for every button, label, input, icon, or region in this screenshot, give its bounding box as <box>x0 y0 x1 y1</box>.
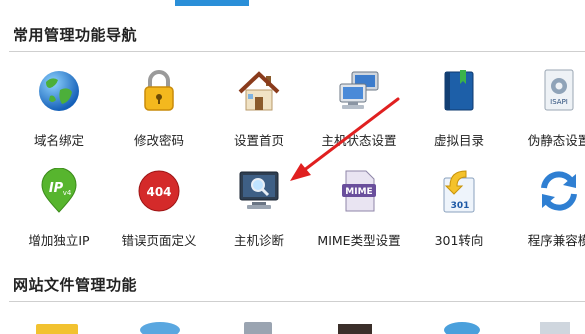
document-icon <box>540 322 570 334</box>
network-computers-icon <box>339 71 379 109</box>
error-404-icon: 404 <box>138 170 180 212</box>
partial-icon-row <box>36 322 570 334</box>
item-error-pages[interactable]: 404 错误页面定义 <box>111 168 207 248</box>
item-label: 设置首页 <box>233 133 284 148</box>
globe-icon <box>39 71 79 111</box>
refresh-arrows-icon <box>541 171 577 211</box>
mime-icon: MIME <box>342 170 376 212</box>
monitor-magnifier-icon <box>239 171 279 209</box>
item-label: 程序兼容模 <box>527 233 585 248</box>
item-domain-binding[interactable]: 域名绑定 <box>11 68 107 148</box>
item-label: 伪静态设置 <box>527 133 585 148</box>
item-mime-settings[interactable]: MIME MIME类型设置 <box>311 168 407 248</box>
section-title-common: 常用管理功能导航 <box>13 26 138 44</box>
isapi-icon: ISAPI <box>544 69 574 111</box>
item-add-ip[interactable]: IP v4 增加独立IP <box>11 168 107 248</box>
item-virtual-directory[interactable]: 虚拟目录 <box>411 68 507 148</box>
item-host-status[interactable]: 主机状态设置 <box>311 68 407 148</box>
item-host-diagnosis[interactable]: 主机诊断 <box>211 168 307 248</box>
printer-icon <box>244 322 272 334</box>
folder-icon <box>36 324 78 334</box>
archive-icon <box>338 324 372 334</box>
item-label: 域名绑定 <box>33 133 84 148</box>
item-set-homepage[interactable]: 设置首页 <box>211 68 307 148</box>
err404-text: 404 <box>146 185 171 199</box>
isapi-text: ISAPI <box>550 98 568 106</box>
item-label: 301转向 <box>434 233 484 248</box>
cloud-upload-icon <box>444 322 480 334</box>
cloud-icon <box>140 322 180 334</box>
item-301-redirect[interactable]: 301 301转向 <box>411 168 507 248</box>
item-change-password[interactable]: 修改密码 <box>111 68 207 148</box>
item-label: 虚拟目录 <box>433 133 484 148</box>
v4-text: v4 <box>63 189 72 197</box>
house-icon <box>238 71 280 111</box>
divider <box>9 51 585 52</box>
section-title-file-management: 网站文件管理功能 <box>13 276 138 294</box>
item-compat-mode[interactable]: 程序兼容模 <box>511 168 585 248</box>
ip-text: IP <box>49 181 64 196</box>
item-label: 错误页面定义 <box>121 233 197 248</box>
redirect-301-icon: 301 <box>443 170 475 213</box>
item-label: 主机诊断 <box>233 233 284 248</box>
item-label: 主机状态设置 <box>321 133 397 148</box>
divider <box>9 301 585 302</box>
padlock-icon <box>144 70 174 111</box>
item-rewrite-settings[interactable]: ISAPI 伪静态设置 <box>511 68 585 148</box>
item-label: MIME类型设置 <box>317 233 401 248</box>
item-label: 修改密码 <box>133 133 184 148</box>
r301-text: 301 <box>451 201 470 211</box>
mime-text: MIME <box>345 187 372 197</box>
ipv4-pin-icon: IP v4 <box>41 168 77 213</box>
active-tab-indicator[interactable] <box>175 0 249 6</box>
item-label: 增加独立IP <box>28 233 90 248</box>
book-bookmark-icon <box>444 70 474 111</box>
